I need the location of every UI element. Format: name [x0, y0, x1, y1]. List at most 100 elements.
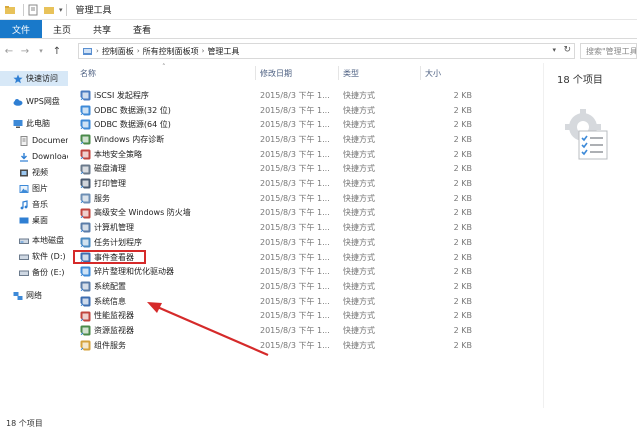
- column-header-date[interactable]: 修改日期: [260, 63, 292, 83]
- file-row[interactable]: 计算机管理 2015/8/3 下午 1... 快捷方式 2 KB: [76, 220, 546, 235]
- music-icon: [20, 199, 28, 209]
- iscsi-icon: [80, 90, 91, 101]
- file-type: 快捷方式: [343, 340, 375, 350]
- admin-tools-large-icon: [565, 109, 608, 160]
- file-date: 2015/8/3 下午 1...: [260, 223, 330, 233]
- file-row[interactable]: 本地安全策略 2015/8/3 下午 1... 快捷方式 2 KB: [76, 147, 546, 162]
- nav-wps-cloud[interactable]: WPS网盘: [0, 94, 68, 109]
- file-type: 快捷方式: [343, 237, 375, 247]
- file-row[interactable]: 系统信息 2015/8/3 下午 1... 快捷方式 2 KB: [76, 294, 546, 309]
- highlight-box: [73, 250, 146, 264]
- nav-item-label: Documents: [32, 136, 68, 145]
- folder-app-icon[interactable]: [4, 4, 16, 16]
- file-row[interactable]: 性能监视器 2015/8/3 下午 1... 快捷方式 2 KB: [76, 309, 546, 324]
- refresh-icon[interactable]: ↻: [563, 45, 571, 55]
- file-row[interactable]: 磁盘清理 2015/8/3 下午 1... 快捷方式 2 KB: [76, 162, 546, 177]
- nav-drive-d[interactable]: 软件 (D:): [0, 249, 68, 264]
- address-bar[interactable]: › 控制面板 › 所有控制面板项 › 管理工具 ▾ ↻: [78, 43, 575, 59]
- up-arrow-icon[interactable]: ↑: [50, 44, 64, 58]
- file-row[interactable]: Windows 内存诊断 2015/8/3 下午 1... 快捷方式 2 KB: [76, 132, 546, 147]
- file-size: 2 KB: [453, 179, 472, 189]
- file-date: 2015/8/3 下午 1...: [260, 149, 330, 159]
- back-arrow-icon[interactable]: ←: [2, 44, 16, 58]
- file-row[interactable]: 打印管理 2015/8/3 下午 1... 快捷方式 2 KB: [76, 176, 546, 191]
- nav-downloads[interactable]: Downloads: [0, 149, 68, 164]
- file-type: 快捷方式: [343, 120, 375, 130]
- computer-management-icon: [80, 222, 91, 233]
- file-name: 本地安全策略: [94, 149, 142, 159]
- file-date: 2015/8/3 下午 1...: [260, 237, 330, 247]
- nav-videos[interactable]: 视频: [0, 165, 68, 180]
- breadcrumb-separator-icon: ›: [201, 47, 205, 55]
- file-row[interactable]: 组件服务 2015/8/3 下午 1... 快捷方式 2 KB: [76, 338, 546, 353]
- column-divider[interactable]: [420, 66, 421, 80]
- security-policy-icon: [80, 149, 91, 160]
- nav-desktop[interactable]: 桌面: [0, 213, 68, 228]
- tab-file[interactable]: 文件: [0, 20, 43, 38]
- file-type: 快捷方式: [343, 311, 375, 321]
- file-date: 2015/8/3 下午 1...: [260, 164, 330, 174]
- file-date: 2015/8/3 下午 1...: [260, 134, 330, 144]
- column-header-name[interactable]: 名称: [80, 63, 96, 83]
- file-size: 2 KB: [453, 237, 472, 247]
- file-date: 2015/8/3 下午 1...: [260, 90, 330, 100]
- nav-documents[interactable]: Documents: [0, 133, 68, 148]
- tab-view[interactable]: 查看: [122, 20, 162, 38]
- file-row[interactable]: ODBC 数据源(32 位) 2015/8/3 下午 1... 快捷方式 2 KB: [76, 103, 546, 118]
- new-folder-icon[interactable]: [43, 4, 55, 16]
- file-row[interactable]: ODBC 数据源(64 位) 2015/8/3 下午 1... 快捷方式 2 KB: [76, 117, 546, 132]
- file-row[interactable]: iSCSI 发起程序 2015/8/3 下午 1... 快捷方式 2 KB: [76, 88, 546, 103]
- file-date: 2015/8/3 下午 1...: [260, 340, 330, 350]
- nav-quick-access[interactable]: 快速访问: [0, 71, 68, 86]
- file-type: 快捷方式: [343, 326, 375, 336]
- file-type: 快捷方式: [343, 149, 375, 159]
- nav-item-label: Downloads: [32, 152, 68, 161]
- tab-share[interactable]: 共享: [82, 20, 122, 38]
- breadcrumb-control-panel[interactable]: 控制面板: [102, 46, 134, 57]
- document-icon: [20, 135, 28, 146]
- nav-drive-e[interactable]: 备份 (E:): [0, 265, 68, 280]
- resmon-icon: [80, 325, 91, 336]
- column-divider[interactable]: [255, 66, 256, 80]
- properties-icon[interactable]: [27, 4, 39, 16]
- disk-cleanup-icon: [80, 164, 91, 174]
- file-row[interactable]: 资源监视器 2015/8/3 下午 1... 快捷方式 2 KB: [76, 323, 546, 338]
- file-name: 计算机管理: [94, 223, 134, 233]
- cloud-icon: [13, 98, 23, 106]
- file-row[interactable]: 任务计划程序 2015/8/3 下午 1... 快捷方式 2 KB: [76, 235, 546, 250]
- file-type: 快捷方式: [343, 296, 375, 306]
- column-divider[interactable]: [338, 66, 339, 80]
- breadcrumb-all-items[interactable]: 所有控制面板项: [143, 46, 199, 57]
- nav-pictures[interactable]: 图片: [0, 181, 68, 196]
- drive-icon: [19, 270, 29, 276]
- nav-music[interactable]: 音乐: [0, 197, 68, 212]
- nav-network[interactable]: 网络: [0, 288, 68, 303]
- column-header-type[interactable]: 类型: [343, 63, 359, 83]
- status-item-count: 18 个项目: [6, 419, 43, 428]
- recent-dropdown-icon[interactable]: ▾: [34, 44, 48, 58]
- file-name: 性能监视器: [94, 311, 134, 321]
- file-row[interactable]: 高级安全 Windows 防火墙 2015/8/3 下午 1... 快捷方式 2 KB: [76, 206, 546, 221]
- search-input[interactable]: 搜索"管理工具": [580, 43, 637, 59]
- file-row[interactable]: 服务 2015/8/3 下午 1... 快捷方式 2 KB: [76, 191, 546, 206]
- file-row[interactable]: 事件查看器 2015/8/3 下午 1... 快捷方式 2 KB: [76, 250, 546, 265]
- nav-this-pc[interactable]: 此电脑: [0, 116, 68, 131]
- nav-local-disk[interactable]: 本地磁盘: [0, 233, 68, 248]
- breadcrumb-admin-tools[interactable]: 管理工具: [207, 46, 239, 57]
- tab-home[interactable]: 主页: [42, 20, 82, 38]
- quick-access-dropdown-icon[interactable]: ▾: [59, 6, 63, 14]
- address-dropdown-icon[interactable]: ▾: [552, 46, 556, 54]
- navigation-pane: 快速访问 WPS网盘 此电脑 Documents Downloads 视频 图片…: [0, 63, 68, 408]
- file-row[interactable]: 系统配置 2015/8/3 下午 1... 快捷方式 2 KB: [76, 279, 546, 294]
- file-name: 高级安全 Windows 防火墙: [94, 208, 191, 218]
- navigation-bar: ← → ▾ ↑ › 控制面板 › 所有控制面板项 › 管理工具 ▾ ↻ 搜索"管…: [0, 39, 637, 63]
- breadcrumb-separator-icon: ›: [136, 47, 140, 55]
- details-pane: 18 个项目: [543, 63, 637, 408]
- file-row[interactable]: 碎片整理和优化驱动器 2015/8/3 下午 1... 快捷方式 2 KB: [76, 264, 546, 279]
- nav-item-label: 软件 (D:): [32, 252, 66, 261]
- file-size: 2 KB: [453, 252, 472, 262]
- column-header-size[interactable]: 大小: [425, 63, 441, 83]
- file-name: Windows 内存诊断: [94, 134, 165, 144]
- nav-item-label: 音乐: [32, 200, 48, 209]
- forward-arrow-icon[interactable]: →: [18, 44, 32, 58]
